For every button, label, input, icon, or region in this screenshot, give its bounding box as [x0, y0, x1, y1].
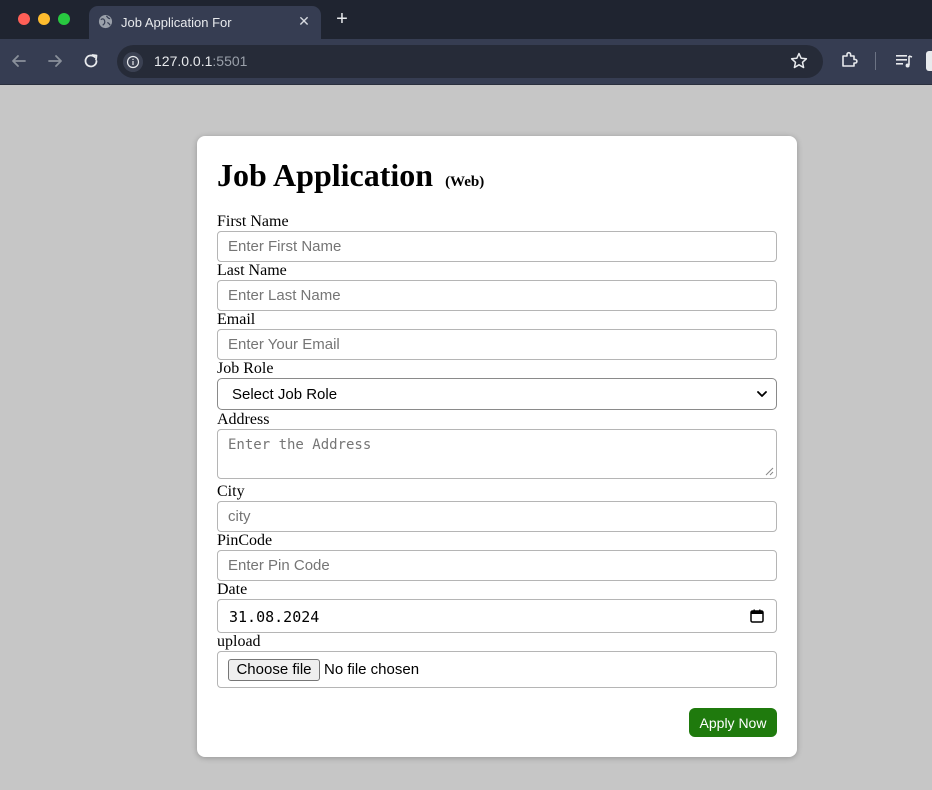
first-name-input[interactable]: [217, 231, 777, 262]
last-name-input[interactable]: [217, 280, 777, 311]
city-label: City: [217, 483, 245, 500]
email-input[interactable]: [217, 329, 777, 360]
address-bar[interactable]: 127.0.0.1:5501: [117, 45, 823, 78]
arrow-right-icon[interactable]: [44, 50, 66, 72]
pincode-label: PinCode: [217, 532, 273, 549]
file-upload-field[interactable]: Choose file No file chosen: [217, 651, 777, 688]
chevron-down-icon: [757, 391, 767, 397]
page-title-text: Job Application: [217, 157, 434, 193]
browser-toolbar: 127.0.0.1:5501: [0, 39, 932, 85]
browser-tab-active[interactable]: Job Application For ✕: [89, 6, 321, 39]
page-title-suffix: (Web): [445, 174, 485, 190]
browser-tabstrip: Job Application For ✕ +: [0, 0, 932, 39]
window-maximize-button[interactable]: [58, 13, 70, 25]
page-title: Job Application (Web): [217, 156, 484, 201]
last-name-label: Last Name: [217, 262, 287, 279]
calendar-icon[interactable]: [750, 609, 764, 623]
resize-handle-icon[interactable]: [765, 467, 774, 476]
upload-label: upload: [217, 633, 261, 650]
job-application-form: Job Application (Web) First Name Last Na…: [197, 136, 797, 757]
email-label: Email: [217, 311, 256, 328]
tab-close-icon[interactable]: ✕: [296, 13, 312, 29]
address-label: Address: [217, 411, 270, 428]
job-role-selected-value: Select Job Role: [232, 386, 338, 403]
job-role-label: Job Role: [217, 360, 274, 377]
url-text: 127.0.0.1:5501: [154, 53, 247, 69]
window-close-button[interactable]: [18, 13, 30, 25]
date-value: 31.08.2024: [229, 608, 320, 626]
arrow-left-icon[interactable]: [8, 50, 30, 72]
info-icon[interactable]: [123, 52, 143, 72]
job-role-select[interactable]: Select Job Role: [217, 378, 777, 410]
toolbar-separator: [875, 52, 876, 70]
first-name-label: First Name: [217, 213, 289, 230]
choose-file-button[interactable]: Choose file: [228, 659, 320, 681]
address-textarea[interactable]: [217, 429, 777, 479]
puzzle-icon[interactable]: [838, 49, 860, 71]
url-port: :5501: [212, 53, 248, 69]
window-minimize-button[interactable]: [38, 13, 50, 25]
new-tab-button[interactable]: +: [332, 8, 352, 30]
city-input[interactable]: [217, 501, 777, 532]
globe-icon: [98, 14, 113, 29]
pincode-input[interactable]: [217, 550, 777, 581]
reload-icon[interactable]: [80, 50, 102, 72]
browser-menu-edge[interactable]: [926, 51, 932, 71]
date-input[interactable]: 31.08.2024: [217, 599, 777, 633]
tab-title: Job Application For: [121, 15, 232, 30]
url-host: 127.0.0.1: [154, 53, 213, 69]
apply-now-button[interactable]: Apply Now: [689, 708, 777, 737]
media-control-icon[interactable]: [893, 50, 915, 72]
star-icon[interactable]: [789, 51, 809, 71]
date-label: Date: [217, 581, 248, 598]
file-status-text: No file chosen: [324, 661, 420, 678]
